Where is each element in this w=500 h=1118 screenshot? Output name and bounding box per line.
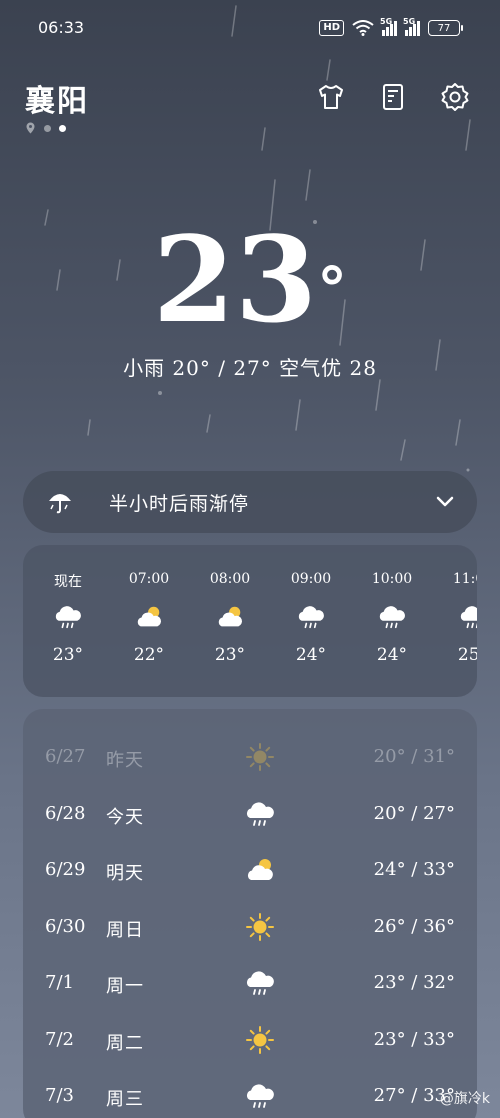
- hourly-temp: 23°: [52, 645, 84, 665]
- daily-weekday: 周日: [106, 919, 144, 941]
- rain-icon: [245, 968, 275, 998]
- signal-2-label: 5G: [403, 16, 416, 26]
- hourly-time: 07:00: [128, 571, 170, 587]
- daily-date: 7/3: [45, 1085, 74, 1106]
- hourly-time: 10:00: [371, 571, 413, 587]
- wifi-icon: [352, 20, 374, 36]
- rain-icon: [296, 603, 326, 631]
- daily-row[interactable]: 7/2 周二 23° / 33°: [23, 1021, 477, 1061]
- battery-icon: 77: [428, 20, 463, 36]
- daily-date: 6/29: [45, 859, 86, 880]
- partly-cloudy-icon: [134, 603, 164, 631]
- daily-row[interactable]: 7/1 周一 23° / 32°: [23, 964, 477, 1004]
- daily-weekday: 周二: [106, 1032, 144, 1054]
- hourly-item: 08:00 23°: [200, 545, 260, 697]
- sunny-icon: [245, 912, 275, 942]
- daily-row[interactable]: 6/30 周日 26° / 36°: [23, 908, 477, 948]
- daily-date: 7/2: [45, 1028, 74, 1050]
- hourly-temp: 25°: [457, 645, 477, 665]
- daily-date: 6/27: [45, 746, 86, 767]
- city-name[interactable]: 襄阳: [25, 76, 89, 120]
- daily-date: 6/28: [45, 802, 86, 824]
- hourly-time: 09:00: [290, 571, 332, 587]
- hourly-item: 09:00 24°: [281, 545, 341, 697]
- daily-forecast-card[interactable]: 6/27 昨天 20° / 31° 6/28 今天 20° / 27° 6/29 明天 24…: [23, 709, 477, 1118]
- hourly-temp: 23°: [214, 645, 246, 665]
- daily-row[interactable]: 7/3 周三 27° / 33°: [23, 1077, 477, 1117]
- hourly-forecast-card[interactable]: 现在 23° 07:00 22° 08:00 23° 09:00 24° 10:00 2…: [23, 545, 477, 697]
- hourly-item: 现在 23°: [38, 545, 98, 697]
- rain-icon: [53, 603, 83, 631]
- daily-temp-range: 23° / 32°: [373, 972, 455, 993]
- signal-icon-1: 5G: [380, 17, 397, 36]
- daily-temp-range: 26° / 36°: [373, 915, 455, 937]
- daily-temp-range: 20° / 31°: [373, 746, 455, 767]
- watermark: @旗冷k: [439, 1091, 490, 1107]
- hourly-time: 11:00: [452, 571, 477, 587]
- hourly-time: 现在: [54, 574, 82, 590]
- current-temperature: 23°: [0, 210, 500, 350]
- rain-alert-banner[interactable]: 半小时后雨渐停: [23, 471, 477, 533]
- chevron-down-icon[interactable]: [435, 491, 455, 511]
- daily-date: 6/30: [45, 915, 86, 937]
- partly-cloudy-icon: [245, 855, 275, 885]
- partly-cloudy-icon: [215, 603, 245, 631]
- daily-temp-range: 24° / 33°: [373, 859, 455, 880]
- daily-temp-range: 20° / 27°: [373, 802, 455, 824]
- daily-weekday: 昨天: [106, 750, 144, 771]
- sunny-icon: [245, 742, 275, 772]
- status-bar: 06:33 HD 5G 5G 77: [0, 0, 500, 58]
- battery-level: 77: [437, 22, 451, 34]
- signal-icon-2: 5G: [403, 17, 420, 36]
- top-toolbar: [316, 82, 470, 112]
- hd-badge: HD: [319, 20, 344, 36]
- degree-symbol: °: [317, 255, 348, 325]
- temperature-value: 23: [152, 210, 318, 349]
- daily-weekday: 周一: [106, 976, 144, 997]
- hourly-temp: 24°: [376, 645, 408, 665]
- alert-text: 半小时后雨渐停: [109, 493, 250, 515]
- location-pin-icon: [26, 122, 35, 134]
- daily-temp-range: 23° / 33°: [373, 1028, 455, 1050]
- daily-row[interactable]: 6/28 今天 20° / 27°: [23, 795, 477, 835]
- daily-weekday: 明天: [106, 863, 144, 884]
- hourly-temp: 24°: [295, 645, 327, 665]
- hourly-time: 08:00: [209, 571, 251, 587]
- rain-icon: [245, 1081, 275, 1111]
- status-icons: HD 5G 5G 77: [319, 17, 463, 36]
- signal-1-label: 5G: [380, 16, 393, 26]
- sunny-icon: [245, 1025, 275, 1055]
- status-time: 06:33: [38, 18, 85, 37]
- daily-row[interactable]: 6/27 昨天 20° / 31°: [23, 738, 477, 778]
- report-icon[interactable]: [378, 82, 408, 112]
- rain-icon: [458, 603, 477, 631]
- rain-icon: [377, 603, 407, 631]
- hourly-item: 11:00 25°: [443, 545, 477, 697]
- daily-date: 7/1: [45, 972, 74, 993]
- umbrella-icon: [49, 494, 71, 514]
- page-indicator: [25, 122, 66, 134]
- settings-icon[interactable]: [440, 82, 470, 112]
- daily-weekday: 周三: [106, 1089, 144, 1110]
- daily-row[interactable]: 6/29 明天 24° / 33°: [23, 851, 477, 891]
- weather-summary[interactable]: 小雨 20° / 27° 空气优 28: [0, 352, 500, 381]
- hourly-item: 07:00 22°: [119, 545, 179, 697]
- page-dot[interactable]: [44, 124, 51, 132]
- hourly-temp: 22°: [133, 645, 165, 665]
- daily-weekday: 今天: [106, 806, 144, 828]
- shirt-icon[interactable]: [316, 82, 346, 112]
- page-dot-active[interactable]: [59, 124, 66, 132]
- rain-icon: [245, 799, 275, 829]
- hourly-item: 10:00 24°: [362, 545, 422, 697]
